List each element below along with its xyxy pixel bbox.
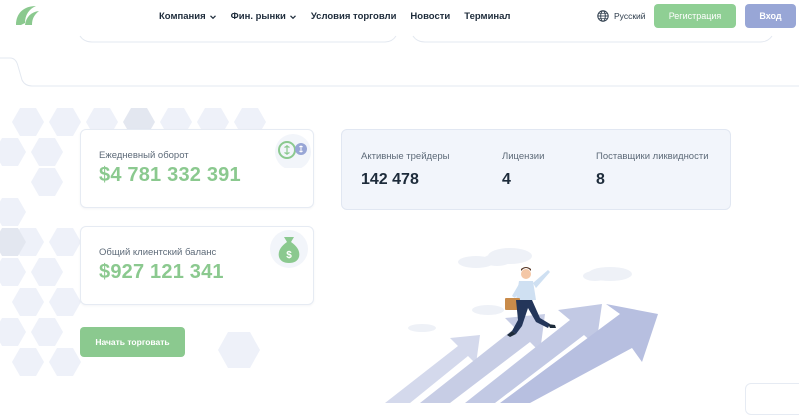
stat-value: 8 bbox=[596, 171, 605, 188]
stat-liquidity-providers: Поставщики ликвидности 8 bbox=[596, 151, 709, 189]
stat-value: 142 478 bbox=[361, 171, 419, 188]
client-balance-value: $927 121 341 bbox=[99, 261, 224, 283]
daily-turnover-value: $4 781 332 391 bbox=[99, 164, 241, 186]
globe-icon bbox=[597, 10, 609, 22]
stat-label: Лицензии bbox=[502, 151, 545, 162]
nav-markets[interactable]: Фин. рынки bbox=[231, 11, 297, 22]
section-divider-decoration bbox=[0, 35, 799, 87]
nav-company[interactable]: Компания bbox=[159, 11, 217, 22]
growth-illustration bbox=[385, 248, 658, 403]
nav-terminal[interactable]: Терминал bbox=[464, 11, 510, 22]
client-balance-card: Общий клиентский баланс $927 121 341 $ bbox=[80, 226, 314, 305]
start-trading-button[interactable]: Начать торговать bbox=[80, 327, 185, 357]
nav-news[interactable]: Новости bbox=[410, 11, 450, 22]
site-header: Компания Фин. рынки Условия торговли Нов… bbox=[0, 0, 799, 34]
stat-label: Активные трейдеры bbox=[361, 151, 450, 162]
stat-label: Поставщики ликвидности bbox=[596, 151, 709, 162]
daily-turnover-card: Ежедневный оборот $4 781 332 391 bbox=[80, 129, 314, 208]
logo-icon[interactable] bbox=[12, 3, 42, 29]
stat-licenses: Лицензии 4 bbox=[502, 151, 544, 189]
register-button[interactable]: Регистрация bbox=[654, 4, 736, 28]
chevron-down-icon bbox=[289, 14, 296, 19]
main-nav: Компания Фин. рынки Условия торговли Нов… bbox=[159, 11, 524, 22]
chevron-down-icon bbox=[209, 14, 216, 19]
login-button[interactable]: Вход bbox=[745, 4, 796, 28]
svg-text:$: $ bbox=[286, 250, 292, 261]
exchange-dollar-icon bbox=[275, 134, 311, 168]
language-selector[interactable]: Русский bbox=[597, 10, 646, 22]
nav-trading-conditions-label: Условия торговли bbox=[310, 11, 397, 22]
nav-terminal-label: Терминал bbox=[464, 11, 511, 22]
nav-trading-conditions[interactable]: Условия торговли bbox=[311, 11, 397, 22]
nav-markets-label: Фин. рынки bbox=[230, 11, 286, 22]
stat-value: 4 bbox=[502, 171, 511, 188]
partial-card bbox=[745, 383, 799, 415]
money-bag-icon: $ bbox=[270, 230, 308, 268]
stats-panel: Активные трейдеры 142 478 Лицензии 4 Пос… bbox=[341, 129, 731, 210]
client-balance-label: Общий клиентский баланс bbox=[99, 247, 217, 258]
language-label: Русский bbox=[614, 11, 646, 21]
daily-turnover-label: Ежедневный оборот bbox=[99, 150, 189, 161]
nav-company-label: Компания bbox=[159, 11, 206, 22]
nav-news-label: Новости bbox=[410, 11, 451, 22]
stat-active-traders: Активные трейдеры 142 478 bbox=[361, 151, 449, 189]
